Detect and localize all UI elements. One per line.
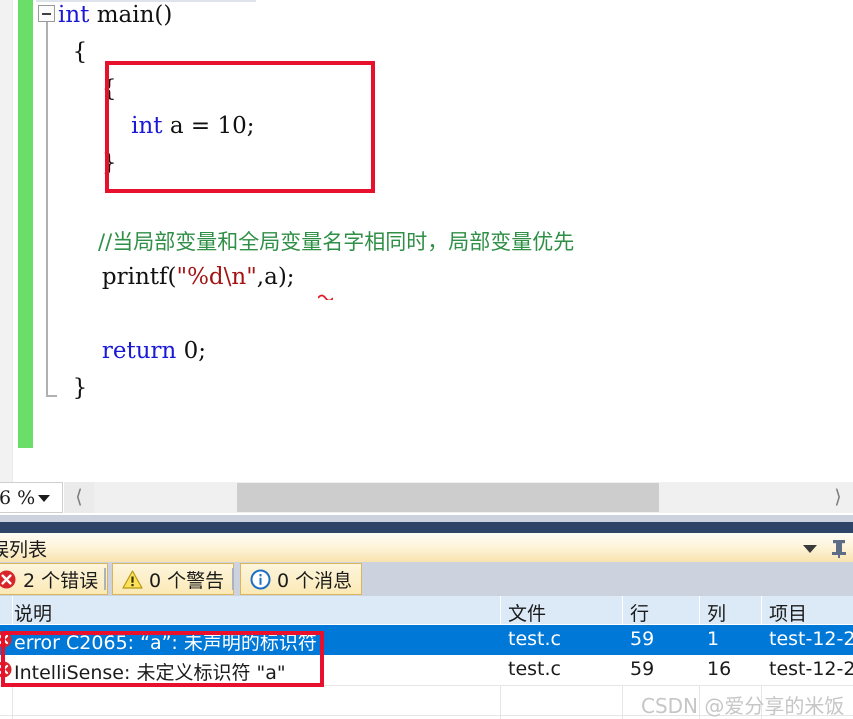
code-token: 0; — [176, 338, 207, 364]
errors-filter-button[interactable]: 2 个错误 — [0, 563, 109, 595]
cell-column: 16 — [707, 658, 732, 680]
toolbar-separator — [232, 568, 234, 590]
code-line-1: int main() — [58, 2, 172, 28]
code-token: printf( — [58, 264, 177, 290]
code-line-2: { — [58, 39, 88, 65]
grid-header-row: 说明 文件 行 列 项目 — [0, 596, 853, 625]
code-token: } — [58, 375, 88, 401]
column-divider[interactable] — [699, 596, 700, 624]
grid-column-line — [12, 685, 13, 719]
warning-icon — [122, 569, 143, 589]
code-line-close: } — [58, 375, 88, 401]
chevron-down-icon[interactable] — [803, 545, 817, 553]
zoom-level-combobox[interactable]: 6 % — [0, 482, 63, 513]
chevron-down-icon[interactable] — [38, 495, 50, 502]
horizontal-scrollbar-track[interactable] — [94, 482, 823, 513]
code-line-return: return 0; — [58, 338, 206, 364]
error-list-toolbar: 2 个错误 0 个警告 0 个消息 — [0, 562, 853, 596]
error-list-title: 误列表 — [0, 539, 48, 561]
code-comment-token: //当局部变量和全局变量名字相同时，局部变量优先 — [58, 230, 575, 254]
code-token: ,a); — [256, 264, 295, 290]
table-row[interactable]: IntelliSense: 未定义标识符 "a" test.c 59 16 te… — [0, 655, 853, 685]
error-icon — [0, 570, 16, 588]
pin-icon[interactable] — [828, 537, 850, 559]
messages-filter-label: 0 个消息 — [277, 569, 353, 592]
messages-filter-button[interactable]: 0 个消息 — [240, 563, 363, 595]
error-list-title-bar[interactable]: 误列表 — [0, 533, 853, 562]
grid-column-line — [622, 685, 623, 719]
column-divider[interactable] — [12, 596, 13, 624]
code-line-comment: //当局部变量和全局变量名字相同时，局部变量优先 — [58, 226, 574, 256]
column-divider[interactable] — [622, 596, 623, 624]
cell-file: test.c — [508, 658, 561, 680]
error-icon — [0, 631, 12, 648]
cell-description: error C2065: “a”: 未声明的标识符 — [14, 632, 317, 654]
code-token: int — [58, 2, 90, 28]
zoom-level-value: 6 % — [0, 487, 36, 509]
cell-description: IntelliSense: 未定义标识符 "a" — [14, 662, 286, 684]
column-divider[interactable] — [500, 596, 501, 624]
row-divider — [0, 685, 853, 686]
column-header-column[interactable]: 列 — [707, 599, 726, 626]
warnings-filter-label: 0 个警告 — [149, 569, 225, 592]
editor-bottom-bar: 6 % ⟨ ⟩ — [0, 482, 853, 515]
cell-column: 1 — [707, 628, 720, 650]
column-header-description[interactable]: 说明 — [14, 599, 52, 626]
error-icon — [0, 661, 12, 678]
grid-column-line — [500, 685, 501, 719]
toolbar-separator — [104, 568, 106, 590]
info-icon — [250, 569, 271, 589]
cell-file: test.c — [508, 628, 561, 650]
column-header-project[interactable]: 项目 — [769, 599, 807, 626]
scroll-left-button[interactable]: ⟨ — [64, 482, 94, 513]
panel-splitter-shadow — [0, 522, 853, 533]
errors-filter-label: 2 个错误 — [23, 569, 99, 592]
column-header-file[interactable]: 文件 — [508, 599, 546, 626]
cell-project: test-12-28 — [769, 628, 853, 650]
screenshot-root: int main() { { int a = 10; } //当局部变量和全局变… — [0, 0, 853, 719]
code-string-token: "%d\n" — [176, 264, 257, 290]
panel-splitter[interactable] — [0, 515, 853, 522]
csdn-watermark: CSDN @爱分享的米饭 — [641, 694, 845, 718]
column-divider[interactable] — [761, 596, 762, 624]
error-squiggle-icon — [318, 294, 333, 300]
horizontal-scrollbar-thumb[interactable] — [237, 483, 659, 512]
code-token: { — [58, 39, 88, 65]
scroll-right-button[interactable]: ⟩ — [823, 482, 853, 513]
table-row[interactable]: error C2065: “a”: 未声明的标识符 test.c 59 1 te… — [0, 625, 853, 655]
cell-line: 59 — [630, 658, 655, 680]
column-header-line[interactable]: 行 — [630, 599, 649, 626]
code-token: main() — [89, 2, 173, 28]
code-line-printf: printf("%d\n",a); — [58, 264, 295, 290]
code-token: return — [58, 338, 177, 364]
code-annotation-rectangle — [105, 61, 375, 193]
cell-line: 59 — [630, 628, 655, 650]
code-editor[interactable]: int main() { { int a = 10; } //当局部变量和全局变… — [0, 0, 853, 482]
warnings-filter-button[interactable]: 0 个警告 — [112, 563, 235, 595]
cell-project: test-12-28 — [769, 658, 853, 680]
